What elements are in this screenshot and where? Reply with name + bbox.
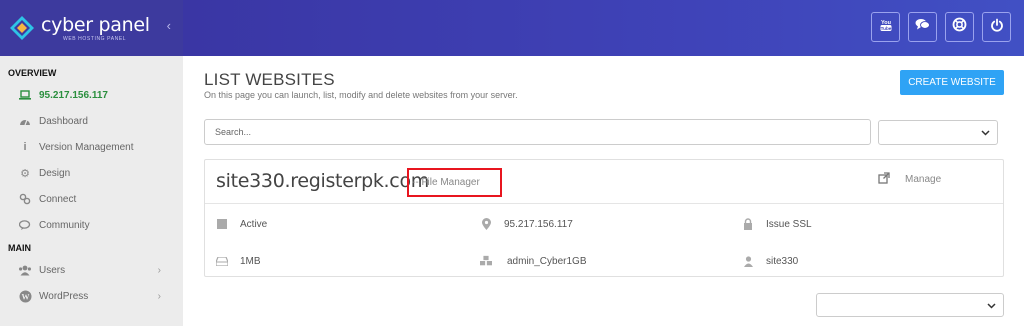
sidebar-item-label: Version Management: [39, 141, 134, 153]
top-header: You Tube: [183, 0, 1024, 56]
status-text: Active: [240, 218, 268, 230]
sidebar-item-server-ip[interactable]: 95.217.156.117: [0, 82, 183, 108]
dashboard-icon: [18, 114, 32, 128]
chevron-right-icon: ›: [157, 290, 161, 302]
chevron-right-icon: ›: [157, 264, 161, 276]
create-website-button[interactable]: CREATE WEBSITE: [900, 70, 1004, 95]
gear-icon: ⚙: [20, 167, 30, 180]
website-status: Active: [216, 217, 267, 231]
power-button[interactable]: [982, 12, 1011, 42]
filter-select[interactable]: [878, 120, 998, 145]
sidebar-item-label: WordPress: [39, 290, 89, 302]
manage-link[interactable]: Manage: [878, 172, 941, 187]
support-button[interactable]: [945, 12, 974, 42]
power-icon: [990, 18, 1004, 37]
search-input[interactable]: [204, 119, 871, 145]
sidebar: cyber panel WEB HOSTING PANEL ‹ OVERVIEW…: [0, 0, 183, 326]
chat-icon: [915, 18, 930, 36]
sidebar-item-connect[interactable]: Connect: [0, 186, 183, 212]
svg-text:Tube: Tube: [880, 25, 891, 30]
disk-text: 1MB: [240, 255, 261, 267]
chat-button[interactable]: [908, 12, 937, 42]
users-icon: [18, 263, 32, 277]
info-icon: i: [23, 141, 27, 153]
sidebar-item-label: 95.217.156.117: [39, 89, 108, 101]
lock-icon: [742, 218, 754, 230]
manage-label: Manage: [905, 174, 942, 185]
chevron-down-icon: [987, 301, 996, 311]
nav-section-overview: OVERVIEW: [8, 68, 57, 78]
sidebar-item-community[interactable]: Community: [0, 212, 183, 238]
hdd-icon: [216, 255, 228, 267]
youtube-button[interactable]: You Tube: [871, 12, 900, 42]
sidebar-item-users[interactable]: Users ›: [0, 257, 183, 283]
main-content: LIST WEBSITES On this page you can launc…: [183, 56, 1024, 326]
page-select[interactable]: [816, 293, 1004, 317]
website-disk: 1MB: [216, 254, 261, 268]
website-card: site330.registerpk.com -- File Manager M…: [204, 159, 1004, 277]
website-owner: site330: [742, 254, 798, 268]
ip-text: 95.217.156.117: [504, 218, 573, 230]
sidebar-item-label: Design: [39, 167, 71, 179]
sidebar-item-label: Dashboard: [39, 115, 88, 127]
status-square-icon: [216, 218, 228, 230]
sidebar-item-label: Community: [39, 219, 90, 231]
chevron-left-icon[interactable]: ‹: [167, 18, 171, 33]
website-package: admin_Cyber1GB: [480, 254, 586, 268]
brand-tagline: WEB HOSTING PANEL: [63, 35, 127, 42]
issue-ssl[interactable]: Issue SSL: [742, 217, 812, 231]
cyberpanel-logo-icon: [10, 16, 34, 40]
sidebar-item-label: Connect: [39, 193, 77, 205]
sidebar-item-design[interactable]: ⚙ Design: [0, 160, 183, 186]
brand-name: cyber panel: [41, 13, 150, 36]
sidebar-item-wordpress[interactable]: W WordPress ›: [0, 283, 183, 309]
package-text: admin_Cyber1GB: [507, 255, 587, 267]
website-card-header: site330.registerpk.com -- File Manager M…: [205, 160, 1003, 204]
svg-text:W: W: [21, 292, 29, 301]
map-marker-icon: [480, 218, 492, 230]
user-icon: [742, 255, 754, 267]
nav-section-main: MAIN: [8, 243, 31, 253]
cubes-icon: [480, 255, 492, 267]
file-manager-highlight: -- File Manager: [407, 168, 502, 197]
support-icon: [952, 17, 967, 37]
page-title: LIST WEBSITES: [204, 70, 335, 89]
website-domain[interactable]: site330.registerpk.com: [216, 170, 429, 192]
sidebar-item-dashboard[interactable]: Dashboard: [0, 108, 183, 134]
youtube-icon: You Tube: [879, 18, 893, 37]
laptop-icon: [18, 88, 32, 102]
comments-icon: [18, 218, 32, 232]
chevron-down-icon: [981, 128, 990, 138]
file-manager-link[interactable]: -- File Manager: [412, 177, 480, 188]
link-icon: [18, 192, 32, 206]
sidebar-item-version-management[interactable]: i Version Management: [0, 134, 183, 160]
wordpress-icon: W: [18, 289, 32, 303]
website-ip: 95.217.156.117: [480, 217, 573, 231]
external-link-icon: [878, 172, 890, 187]
issue-ssl-label: Issue SSL: [766, 218, 812, 230]
brand[interactable]: cyber panel WEB HOSTING PANEL ‹: [0, 0, 183, 56]
page-subtitle: On this page you can launch, list, modif…: [204, 90, 518, 100]
sidebar-item-label: Users: [39, 264, 66, 276]
owner-text: site330: [766, 255, 799, 267]
